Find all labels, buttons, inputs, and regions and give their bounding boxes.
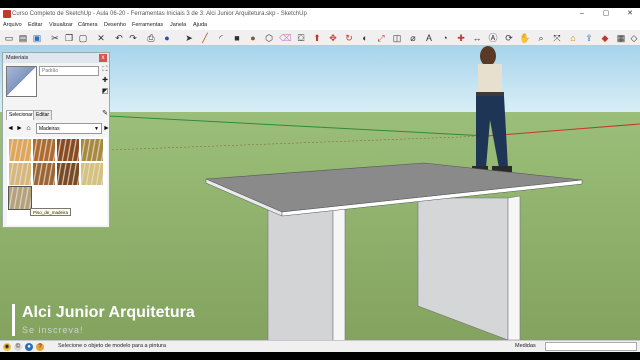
dimension-icon[interactable]: ↔ <box>471 32 483 44</box>
menu-janela[interactable]: Janela <box>170 20 186 30</box>
library-select-value: Madeiras <box>39 126 60 132</box>
menu-arquivo[interactable]: Arquivo <box>3 20 22 30</box>
pan-icon[interactable]: ✋ <box>519 32 531 44</box>
new-file-icon[interactable]: ▭ <box>3 32 15 44</box>
menu-bar: Arquivo Editar Visualizar Câmera Desenho… <box>0 20 640 30</box>
swatch-wood[interactable] <box>9 139 31 161</box>
swatch-wood-selected[interactable] <box>8 186 32 210</box>
swatch-wood[interactable] <box>33 139 55 161</box>
share-model-icon[interactable]: ⇪ <box>583 32 595 44</box>
sample-paint-icon[interactable]: ⛶ <box>101 66 109 74</box>
rotate-icon[interactable]: ↻ <box>343 32 355 44</box>
chevron-down-icon: ▼ <box>94 126 99 132</box>
ruby-console-icon[interactable]: ◇ <box>628 32 640 44</box>
instructor-icon[interactable]: ? <box>36 343 44 351</box>
brand-name: Alci Junior Arquitetura <box>22 304 195 321</box>
eraser-icon[interactable]: ⌫ <box>279 32 292 44</box>
tape-measure-icon[interactable]: ⌀ <box>407 32 419 44</box>
warehouse-icon[interactable]: ⌂ <box>567 32 579 44</box>
library-select[interactable]: Madeiras ▼ <box>36 123 102 134</box>
circle-icon[interactable]: ● <box>247 32 259 44</box>
menu-ferramentas[interactable]: Ferramentas <box>132 20 163 30</box>
layout-icon[interactable]: ▦ <box>615 32 627 44</box>
undo-icon[interactable]: ↶ <box>113 32 125 44</box>
geo-location-icon[interactable]: ◉ <box>3 343 11 351</box>
paint-bucket-icon[interactable]: ⛋ <box>295 32 307 44</box>
cut-icon[interactable]: ✂ <box>49 32 61 44</box>
swatch-wood[interactable] <box>57 139 79 161</box>
redo-icon[interactable]: ↷ <box>127 32 139 44</box>
axes-icon[interactable]: ✚ <box>455 32 467 44</box>
paste-icon[interactable]: ▢ <box>77 32 89 44</box>
save-icon[interactable]: ▣ <box>31 32 43 44</box>
brand-accent-bar <box>12 304 15 336</box>
polygon-icon[interactable]: ⬡ <box>263 32 275 44</box>
maximize-button[interactable]: ▢ <box>598 8 614 20</box>
app-window: Curso Completo de SketchUp - Aula 06-20 … <box>0 8 640 352</box>
scale-icon[interactable]: ⤢ <box>375 32 387 44</box>
material-name-field[interactable]: Padrão <box>39 66 99 76</box>
menu-ajuda[interactable]: Ajuda <box>193 20 207 30</box>
main-toolbar: ▭ ▤ ▣ ✂ ❐ ▢ ✕ ↶ ↷ ⎙ ● ➤ ╱ ◜ ■ ● ⬡ ⌫ ⛋ ⬆ … <box>0 30 640 46</box>
3d-text-icon[interactable]: Ⓐ <box>487 32 499 44</box>
materials-panel: Materiais x Padrão ⛶ ✚ ◩ Selecionar Edit… <box>2 52 110 228</box>
panel-close-button[interactable]: x <box>99 54 107 62</box>
status-message: Selecione o objeto de modelo para a pint… <box>58 343 166 349</box>
forward-arrow-icon[interactable]: ► <box>15 124 24 133</box>
measurements-input[interactable] <box>545 342 637 351</box>
copy-icon[interactable]: ❐ <box>63 32 75 44</box>
title-bar: Curso Completo de SketchUp - Aula 06-20 … <box>0 8 640 20</box>
select-icon[interactable]: ➤ <box>183 32 195 44</box>
credits-icon[interactable]: © <box>14 343 22 351</box>
swatch-wood[interactable] <box>9 163 31 185</box>
zoom-icon[interactable]: ⌕ <box>535 32 547 44</box>
tab-editar[interactable]: Editar <box>33 110 53 120</box>
menu-editar[interactable]: Editar <box>28 20 42 30</box>
library-nav: ◄ ► ⌂ Madeiras ▼ ► <box>6 123 111 134</box>
swatch-tooltip: Piso_de_madeira <box>30 208 72 216</box>
measurements-label: Medidas <box>515 343 536 349</box>
text-icon[interactable]: A <box>423 32 435 44</box>
print-icon[interactable]: ⎙ <box>145 32 157 44</box>
tab-selecionar[interactable]: Selecionar <box>6 110 36 120</box>
details-arrow-icon[interactable]: ► <box>102 124 111 133</box>
back-arrow-icon[interactable]: ◄ <box>6 124 15 133</box>
brand-subscribe: Se inscreva! <box>22 325 84 335</box>
swatch-wood[interactable] <box>81 163 103 185</box>
line-icon[interactable]: ╱ <box>199 32 211 44</box>
move-icon[interactable]: ✥ <box>327 32 339 44</box>
window-title: Curso Completo de SketchUp - Aula 06-20 … <box>12 11 307 17</box>
minimize-button[interactable]: – <box>574 8 590 20</box>
menu-desenho[interactable]: Desenho <box>104 20 126 30</box>
eyedropper-icon[interactable]: ✎ <box>101 110 109 118</box>
sketchup-logo-icon <box>3 10 11 18</box>
close-button[interactable]: ✕ <box>622 8 638 20</box>
swatch-wood[interactable] <box>81 139 103 161</box>
menu-camera[interactable]: Câmera <box>78 20 98 30</box>
offset-icon[interactable]: ◫ <box>391 32 403 44</box>
protractor-icon[interactable]: ◔ <box>439 32 451 44</box>
extension-warehouse-icon[interactable]: ◆ <box>599 32 611 44</box>
menu-visualizar[interactable]: Visualizar <box>49 20 73 30</box>
create-material-icon[interactable]: ✚ <box>101 77 109 85</box>
panel-title: Materiais <box>6 55 29 61</box>
swatch-wood[interactable] <box>33 163 55 185</box>
panel-header: Materiais x <box>3 53 109 63</box>
home-icon[interactable]: ⌂ <box>24 124 33 133</box>
status-bar: ◉ © ● ? Selecione o objeto de modelo par… <box>0 340 640 352</box>
follow-me-icon[interactable]: ◐ <box>359 32 371 44</box>
user-icon[interactable]: ● <box>25 343 33 351</box>
open-file-icon[interactable]: ▤ <box>17 32 29 44</box>
rectangle-icon[interactable]: ■ <box>231 32 243 44</box>
arc-icon[interactable]: ◜ <box>215 32 227 44</box>
swatch-wood[interactable] <box>57 163 79 185</box>
erase-icon[interactable]: ✕ <box>95 32 107 44</box>
push-pull-icon[interactable]: ⬆ <box>311 32 323 44</box>
model-info-icon[interactable]: ● <box>161 32 173 44</box>
orbit-icon[interactable]: ⟳ <box>503 32 515 44</box>
zoom-extents-icon[interactable]: ⤧ <box>551 32 563 44</box>
default-material-icon[interactable]: ◩ <box>101 88 109 96</box>
material-preview[interactable] <box>6 66 37 97</box>
